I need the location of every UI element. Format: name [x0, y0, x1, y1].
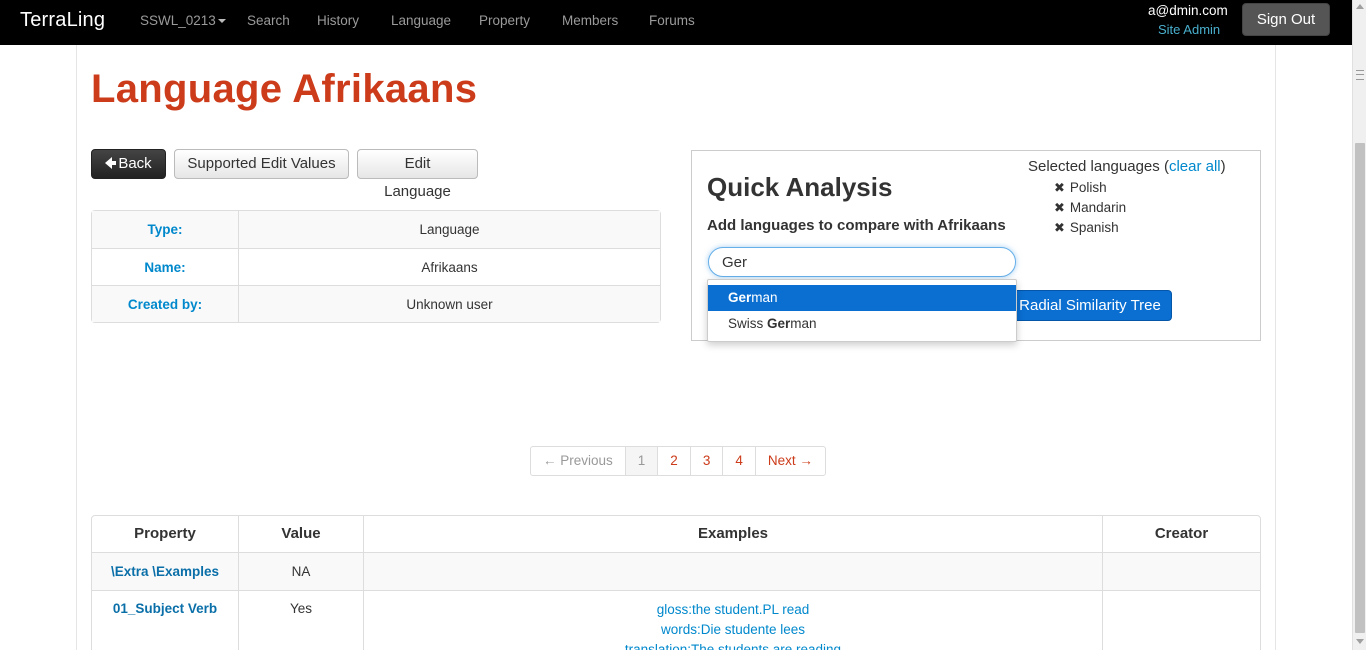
table-header: Property Value Examples Creator — [92, 516, 1260, 553]
info-row-name: Name: Afrikaans — [92, 248, 660, 285]
top-navbar: TerraLing SSWL_0213 Search History Langu… — [0, 0, 1352, 45]
quick-analysis-title: Quick Analysis — [707, 172, 893, 202]
autocomplete-menu: German Swiss German — [707, 279, 1017, 342]
nav-members[interactable]: Members — [562, 13, 618, 28]
property-examples: gloss:the student.PL read words:Die stud… — [364, 591, 1103, 650]
table-row: \Extra \Examples NA — [92, 553, 1260, 590]
property-link[interactable]: \Extra \Examples — [111, 564, 219, 579]
autocomplete-option-german[interactable]: German — [708, 285, 1016, 311]
edit-language-button[interactable]: Edit Language — [357, 149, 478, 200]
info-value: Afrikaans — [421, 260, 478, 275]
nav-search[interactable]: Search — [247, 13, 290, 28]
column-header[interactable]: Creator — [1103, 516, 1260, 552]
autocomplete-option-swiss-german[interactable]: Swiss German — [708, 311, 1016, 337]
info-value: Unknown user — [406, 297, 493, 312]
remove-x-icon[interactable]: ✖ — [1054, 200, 1065, 216]
language-compare-input[interactable] — [708, 247, 1016, 277]
nav-history[interactable]: History — [317, 13, 359, 28]
pagination-previous[interactable]: ← Previous — [531, 447, 625, 475]
table-row: 01_Subject Verb Yes gloss:the student.PL… — [92, 590, 1260, 650]
pagination: ← Previous 1 2 3 4 Next → — [530, 446, 826, 476]
property-creator — [1103, 591, 1260, 650]
selected-language-item: ✖ Mandarin — [1054, 200, 1127, 216]
property-link[interactable]: 01_Subject Verb — [113, 601, 217, 616]
info-row-type: Type: Language — [92, 211, 660, 248]
property-value: NA — [239, 553, 364, 590]
pagination-page-3[interactable]: 3 — [689, 447, 723, 475]
selected-languages-label: Selected languages (clear all) — [1028, 158, 1226, 175]
info-key: Name: — [92, 249, 239, 285]
quick-analysis-subtitle: Add languages to compare with Afrikaans — [707, 217, 1006, 234]
property-creator — [1103, 553, 1260, 590]
scroll-down-icon[interactable] — [1356, 639, 1364, 644]
column-header[interactable]: Property — [92, 516, 239, 552]
arrow-left-icon — [105, 157, 117, 169]
back-label: Back — [118, 155, 152, 172]
selected-language-item: ✖ Polish — [1054, 180, 1107, 196]
language-info-table: Type: Language Name: Afrikaans Created b… — [91, 210, 661, 323]
column-header[interactable]: Value — [239, 516, 364, 552]
remove-x-icon[interactable]: ✖ — [1054, 220, 1065, 236]
container-border-left — [76, 45, 77, 650]
user-email[interactable]: a@dmin.com — [1148, 3, 1228, 18]
brand-logo[interactable]: TerraLing — [20, 9, 105, 32]
example-link[interactable]: words:Die studente lees — [364, 620, 1102, 640]
scroll-grip-icon — [1356, 70, 1364, 80]
pagination-page-4[interactable]: 4 — [722, 447, 755, 475]
radial-similarity-tree-button[interactable]: Radial Similarity Tree — [1008, 290, 1172, 321]
info-key: Type: — [92, 211, 239, 248]
property-value: Yes — [239, 591, 364, 650]
user-role-link[interactable]: Site Admin — [1158, 22, 1220, 37]
clear-all-link[interactable]: clear all — [1169, 158, 1221, 175]
page-scrollbar[interactable] — [1352, 0, 1366, 650]
remove-x-icon[interactable]: ✖ — [1054, 180, 1065, 196]
selected-language-item: ✖ Spanish — [1054, 220, 1119, 236]
info-row-created-by: Created by: Unknown user — [92, 285, 660, 322]
properties-table: Property Value Examples Creator \Extra \… — [91, 515, 1261, 650]
sign-out-button[interactable]: Sign Out — [1242, 3, 1330, 36]
property-examples — [364, 553, 1103, 590]
column-header[interactable]: Examples — [364, 516, 1103, 552]
nav-forums[interactable]: Forums — [649, 13, 695, 28]
pagination-next[interactable]: Next → — [754, 447, 825, 475]
nav-language[interactable]: Language — [391, 13, 451, 28]
nav-group-dropdown[interactable]: SSWL_0213 — [140, 13, 226, 28]
example-link[interactable]: translation:The students are reading — [364, 640, 1102, 650]
nav-property[interactable]: Property — [479, 13, 530, 28]
scroll-thumb[interactable] — [1355, 143, 1365, 633]
example-link[interactable]: gloss:the student.PL read — [364, 600, 1102, 620]
pagination-page-2[interactable]: 2 — [657, 447, 690, 475]
page-title: Language Afrikaans — [91, 67, 478, 111]
info-value: Language — [419, 222, 480, 237]
supported-edit-values-button[interactable]: Supported Edit Values — [174, 149, 349, 179]
back-button[interactable]: Back — [91, 149, 166, 179]
info-key: Created by: — [92, 286, 239, 322]
scroll-up-icon[interactable] — [1356, 4, 1364, 9]
container-border-right — [1275, 45, 1276, 650]
pagination-page-1[interactable]: 1 — [624, 447, 658, 475]
